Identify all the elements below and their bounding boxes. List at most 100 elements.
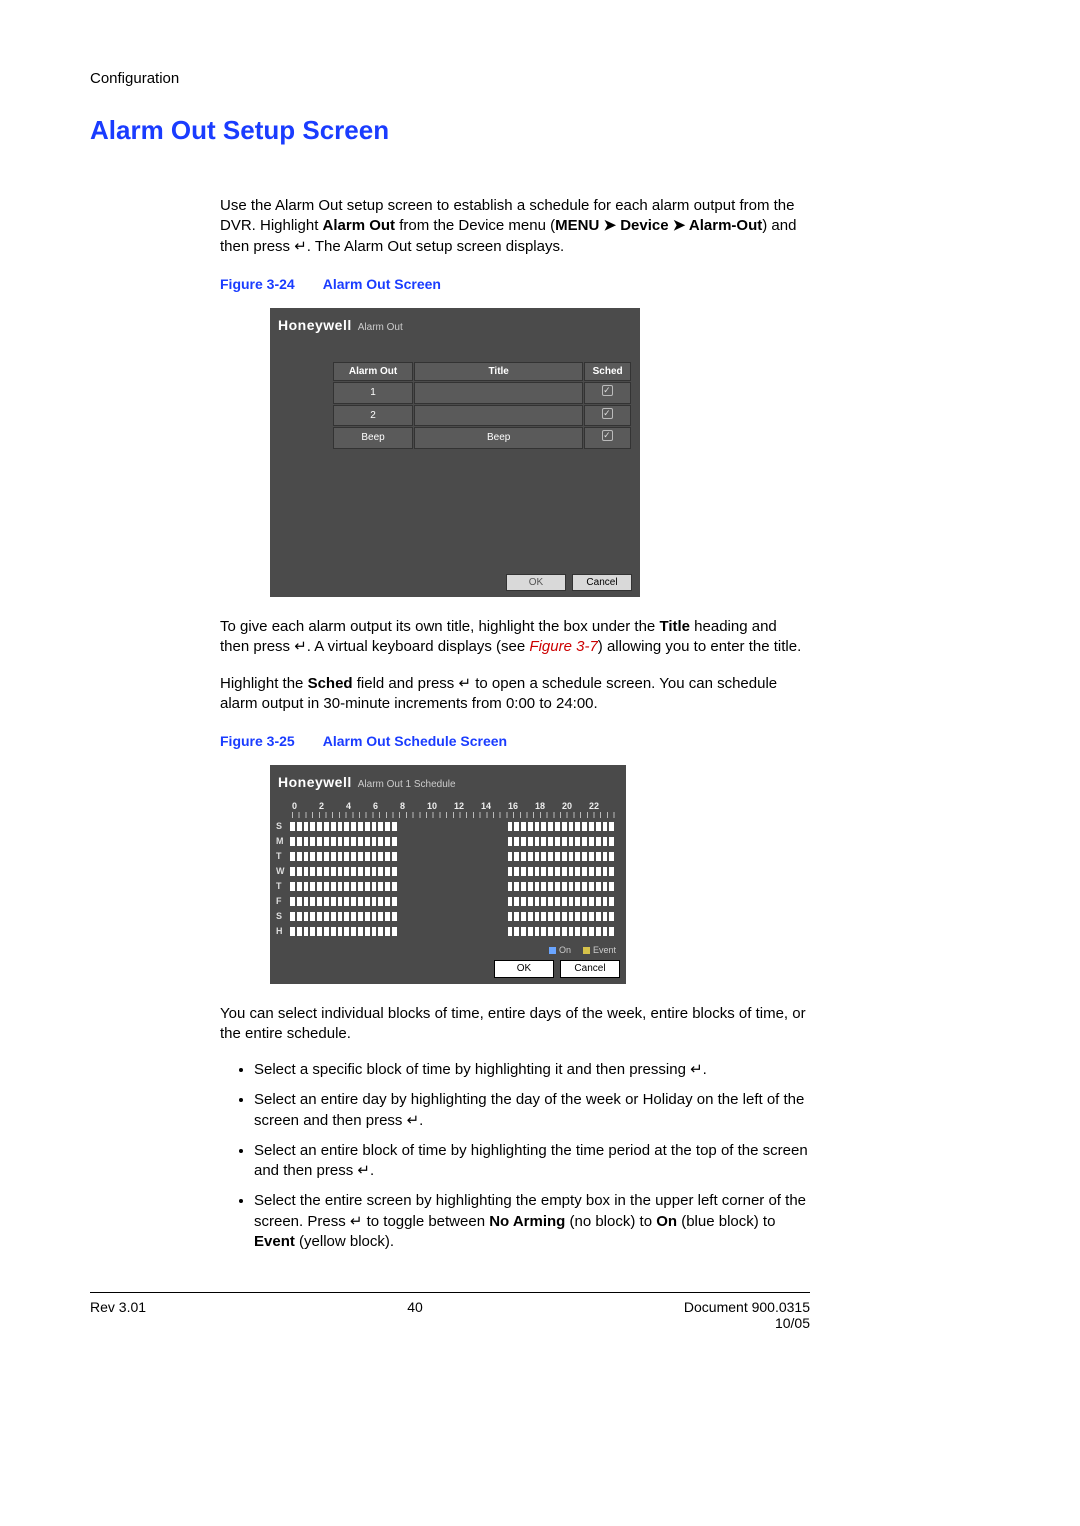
schedule-cell[interactable] <box>338 912 343 921</box>
schedule-cell[interactable] <box>603 867 608 876</box>
schedule-cell[interactable] <box>331 837 336 846</box>
title-field[interactable] <box>414 382 583 404</box>
schedule-cell[interactable] <box>569 882 574 891</box>
hour-label[interactable]: 16 <box>508 800 535 812</box>
schedule-cell[interactable] <box>596 897 601 906</box>
schedule-cell[interactable] <box>324 837 329 846</box>
schedule-cell[interactable] <box>338 852 343 861</box>
schedule-cell[interactable] <box>609 897 614 906</box>
schedule-cell[interactable] <box>589 852 594 861</box>
schedule-cell[interactable] <box>290 867 295 876</box>
schedule-cell[interactable] <box>372 852 377 861</box>
schedule-cell[interactable] <box>528 837 533 846</box>
schedule-cell[interactable] <box>338 837 343 846</box>
schedule-cell[interactable] <box>399 882 404 891</box>
schedule-cell[interactable] <box>317 897 322 906</box>
schedule-cell[interactable] <box>385 867 390 876</box>
schedule-cell[interactable] <box>609 882 614 891</box>
schedule-cell[interactable] <box>460 897 465 906</box>
schedule-cell[interactable] <box>453 822 458 831</box>
schedule-cell[interactable] <box>453 852 458 861</box>
schedule-cell[interactable] <box>582 867 587 876</box>
schedule-cell[interactable] <box>324 927 329 936</box>
schedule-cell[interactable] <box>541 852 546 861</box>
schedule-cell[interactable] <box>562 852 567 861</box>
schedule-cell[interactable] <box>358 852 363 861</box>
schedule-cell[interactable] <box>440 912 445 921</box>
schedule-cell[interactable] <box>555 837 560 846</box>
schedule-cell[interactable] <box>331 897 336 906</box>
schedule-cell[interactable] <box>406 882 411 891</box>
schedule-cell[interactable] <box>440 882 445 891</box>
schedule-cell[interactable] <box>494 882 499 891</box>
schedule-cell[interactable] <box>351 837 356 846</box>
schedule-cell[interactable] <box>474 822 479 831</box>
schedule-cell[interactable] <box>426 912 431 921</box>
schedule-cell[interactable] <box>406 867 411 876</box>
schedule-cell[interactable] <box>317 822 322 831</box>
schedule-cell[interactable] <box>548 927 553 936</box>
schedule-cell[interactable] <box>487 852 492 861</box>
schedule-cell[interactable] <box>494 927 499 936</box>
schedule-cell[interactable] <box>508 912 513 921</box>
schedule-cell[interactable] <box>494 822 499 831</box>
schedule-cell[interactable] <box>528 822 533 831</box>
schedule-cell[interactable] <box>555 867 560 876</box>
schedule-cell[interactable] <box>406 912 411 921</box>
col-title[interactable]: Title <box>414 362 583 382</box>
schedule-cell[interactable] <box>575 927 580 936</box>
schedule-cell[interactable] <box>310 912 315 921</box>
schedule-cell[interactable] <box>474 852 479 861</box>
schedule-cell[interactable] <box>392 882 397 891</box>
schedule-cell[interactable] <box>562 927 567 936</box>
schedule-cell[interactable] <box>596 867 601 876</box>
schedule-cell[interactable] <box>535 852 540 861</box>
schedule-cell[interactable] <box>501 882 506 891</box>
schedule-cell[interactable] <box>596 912 601 921</box>
schedule-cell[interactable] <box>378 912 383 921</box>
schedule-cell[interactable] <box>426 852 431 861</box>
schedule-cell[interactable] <box>474 912 479 921</box>
schedule-cell[interactable] <box>433 852 438 861</box>
schedule-cell[interactable] <box>453 927 458 936</box>
schedule-cell[interactable] <box>480 867 485 876</box>
schedule-cell[interactable] <box>324 867 329 876</box>
schedule-cell[interactable] <box>521 822 526 831</box>
schedule-cell[interactable] <box>440 867 445 876</box>
schedule-cell[interactable] <box>562 897 567 906</box>
schedule-cell[interactable] <box>426 822 431 831</box>
schedule-cell[interactable] <box>297 867 302 876</box>
schedule-cell[interactable] <box>589 837 594 846</box>
schedule-cell[interactable] <box>562 822 567 831</box>
schedule-cell[interactable] <box>446 852 451 861</box>
schedule-cell[interactable] <box>406 927 411 936</box>
schedule-cell[interactable] <box>440 822 445 831</box>
schedule-cell[interactable] <box>494 897 499 906</box>
schedule-cell[interactable] <box>562 882 567 891</box>
schedule-cell[interactable] <box>310 897 315 906</box>
schedule-cell[interactable] <box>603 822 608 831</box>
schedule-cell[interactable] <box>548 837 553 846</box>
schedule-cell[interactable] <box>358 837 363 846</box>
schedule-cell[interactable] <box>535 822 540 831</box>
schedule-cell[interactable] <box>467 852 472 861</box>
schedule-cell[interactable] <box>304 822 309 831</box>
schedule-cell[interactable] <box>453 912 458 921</box>
schedule-cell[interactable] <box>501 927 506 936</box>
schedule-cell[interactable] <box>351 927 356 936</box>
schedule-cell[interactable] <box>304 837 309 846</box>
schedule-cell[interactable] <box>521 927 526 936</box>
schedule-cell[interactable] <box>467 927 472 936</box>
schedule-cell[interactable] <box>501 822 506 831</box>
schedule-cell[interactable] <box>548 867 553 876</box>
cancel-button[interactable]: Cancel <box>560 960 620 978</box>
schedule-cell[interactable] <box>535 897 540 906</box>
schedule-cell[interactable] <box>317 867 322 876</box>
schedule-cell[interactable] <box>440 852 445 861</box>
schedule-cell[interactable] <box>541 837 546 846</box>
schedule-cell[interactable] <box>521 867 526 876</box>
schedule-cell[interactable] <box>344 837 349 846</box>
schedule-cell[interactable] <box>331 867 336 876</box>
schedule-cell[interactable] <box>372 927 377 936</box>
day-label[interactable]: F <box>276 895 290 907</box>
